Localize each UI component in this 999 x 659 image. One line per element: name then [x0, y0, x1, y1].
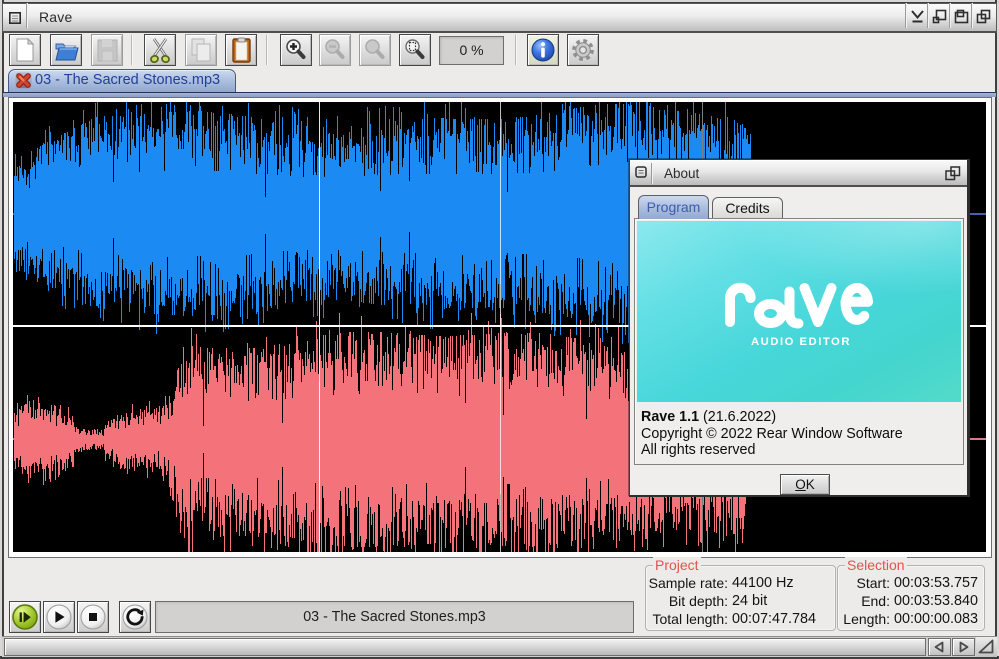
svg-text:AUDIO EDITOR: AUDIO EDITOR	[751, 336, 851, 348]
